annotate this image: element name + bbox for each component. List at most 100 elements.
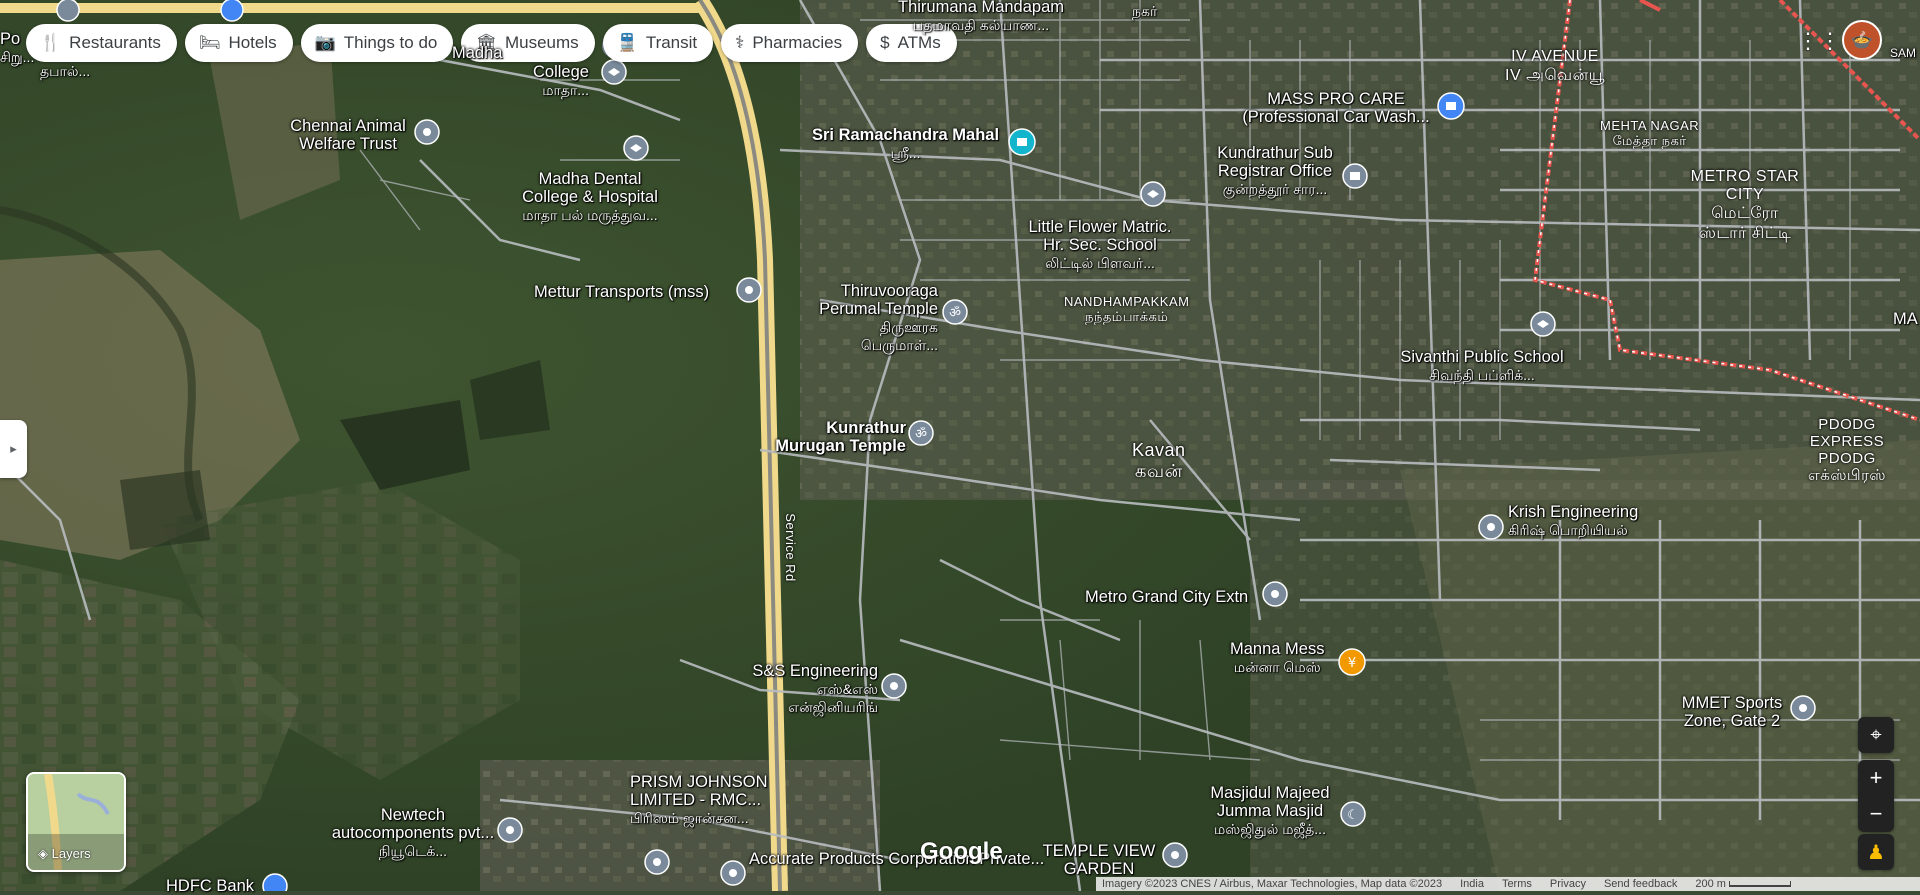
account-avatar[interactable]: 🍲 <box>1842 20 1882 60</box>
layers-stack-icon: ◈ <box>38 846 52 861</box>
zoom-controls: + − <box>1858 760 1894 832</box>
place-prism-johnson[interactable]: PRISM JOHNSON LIMITED - RMC... பிரிஸம் ஜா… <box>630 773 770 827</box>
pin-sri-ramachandra-mahal[interactable] <box>1008 128 1036 156</box>
svg-text:ॐ: ॐ <box>949 306 961 321</box>
place-thiruvooraga-temple[interactable]: Thiruvooraga Perumal Temple திருஊரக பெரும… <box>808 282 938 354</box>
map-footer: Imagery ©2023 CNES / Airbus, Maxar Techn… <box>1096 877 1920 891</box>
svg-text:☾: ☾ <box>1347 808 1359 823</box>
area-metro-star-city: METRO STAR CITY மெட்ரோ ஸ்டார் சிட்டி <box>1690 168 1800 242</box>
layers-label: ◈ Layers <box>38 846 91 861</box>
chip-label: Museums <box>504 33 579 52</box>
chip-label: Hotels <box>228 33 277 52</box>
partial-label-nagar: நகர் <box>1132 3 1158 19</box>
pin-top-left-2[interactable] <box>220 0 244 22</box>
bed-icon: 🛏 <box>198 33 221 52</box>
pin-sivanthi-school[interactable] <box>1530 311 1556 337</box>
avatar-image: 🍲 <box>1850 29 1874 50</box>
pin-prism-johnson[interactable] <box>644 849 670 875</box>
road-label-service-rd: Service Rd <box>782 513 798 582</box>
place-ss-engineering[interactable]: S&S Engineering எஸ்&எஸ் என்ஜினியரிங் <box>746 662 878 716</box>
place-masjidul-majeed[interactable]: Masjidul Majeed Jumma Masjid மஸ்ஜிதுல் மஜ… <box>1200 784 1340 838</box>
chip-label: Things to do <box>343 33 438 52</box>
pin-accurate-products[interactable] <box>720 860 746 886</box>
street-view-pegman[interactable]: ♟ <box>1858 834 1894 870</box>
place-mass-pro-care[interactable]: MASS PRO CARE (Professional Car Wash... <box>1236 90 1436 126</box>
pharmacy-icon: ⚕ <box>735 33 745 52</box>
place-sivanthi-school[interactable]: Sivanthi Public School சிவந்தி பப்ளிக்... <box>1392 348 1572 384</box>
place-college[interactable]: College மாதா... <box>533 63 589 99</box>
chip-restaurants[interactable]: 🍴 Restaurants <box>26 24 177 62</box>
place-krish-engineering[interactable]: Krish Engineering கிரிஷ் பொறியியல் <box>1508 503 1638 539</box>
place-kunrathur-murugan[interactable]: Kunrathur Murugan Temple <box>764 419 906 455</box>
scale-bar[interactable]: 200 m <box>1695 878 1791 890</box>
area-iv-avenue: IV AVENUE IV அவென்யூ <box>1505 48 1605 84</box>
country-link[interactable]: India <box>1460 878 1484 890</box>
chip-things-to-do[interactable]: 📷 Things to do <box>300 24 454 62</box>
zoom-out-button[interactable]: − <box>1858 796 1894 832</box>
pin-temple-view-garden[interactable] <box>1162 842 1188 868</box>
place-hdfc-bank[interactable]: HDFC Bank <box>166 877 254 895</box>
place-temple-view-garden[interactable]: TEMPLE VIEW GARDEN <box>1040 842 1158 878</box>
pin-metro-grand-city[interactable] <box>1262 581 1288 607</box>
chip-hotels[interactable]: 🛏 Hotels <box>184 24 293 62</box>
place-chennai-animal-welfare[interactable]: Chennai Animal Welfare Trust <box>283 117 413 153</box>
layers-button[interactable]: ◈ Layers <box>26 772 126 872</box>
target-icon: ⌖ <box>1870 723 1882 746</box>
pin-masjidul-majeed[interactable]: ☾ <box>1340 801 1366 827</box>
pin-mettur-transports[interactable] <box>736 277 762 303</box>
pin-manna-mess[interactable]: ¥ <box>1338 648 1366 676</box>
pin-hdfc-bank[interactable] <box>262 873 288 891</box>
privacy-link[interactable]: Privacy <box>1550 878 1586 890</box>
zoom-in-button[interactable]: + <box>1858 760 1894 796</box>
pin-top-left-1[interactable] <box>56 0 80 22</box>
chip-label: ATMs <box>897 33 941 52</box>
place-kundrathur-registrar[interactable]: Kundrathur Sub Registrar Office குன்றத்தூ… <box>1210 144 1340 198</box>
side-panel-toggle[interactable]: ▸ <box>0 420 27 478</box>
my-location-button[interactable]: ⌖ <box>1858 717 1894 753</box>
pin-newtech[interactable] <box>497 817 523 843</box>
partial-label-left[interactable]: Po சிறு... <box>0 30 34 66</box>
partial-label-far-right: MA <box>1893 310 1918 328</box>
place-mmet-sports[interactable]: MMET Sports Zone, Gate 2 <box>1672 694 1792 730</box>
atm-icon: $ <box>880 33 890 52</box>
partial-label-college[interactable]: Madha <box>452 44 502 62</box>
place-little-flower-school[interactable]: Little Flower Matric. Hr. Sec. School லிட… <box>1020 218 1180 272</box>
fork-knife-icon: 🍴 <box>40 33 62 52</box>
train-icon: 🚆 <box>616 33 638 52</box>
svg-text:¥: ¥ <box>1348 656 1356 671</box>
chevron-right-icon: ▸ <box>10 441 17 456</box>
terms-link[interactable]: Terms <box>1502 878 1532 890</box>
place-metro-grand-city[interactable]: Metro Grand City Extn <box>1085 588 1248 606</box>
place-sri-ramachandra-mahal[interactable]: Sri Ramachandra Mahal ஸ்ரீ... <box>812 126 999 162</box>
area-mehta-nagar: MEHTA NAGAR மேத்தா நகர் <box>1600 118 1700 148</box>
pin-little-flower-school[interactable] <box>1140 181 1166 207</box>
chip-label: Pharmacies <box>752 33 843 52</box>
pin-madha-dental[interactable] <box>623 135 649 161</box>
pin-mmet-sports[interactable] <box>1790 695 1816 721</box>
place-newtech[interactable]: Newtech autocomponents pvt... நியூடெக்... <box>328 806 498 860</box>
imagery-attribution: Imagery ©2023 CNES / Airbus, Maxar Techn… <box>1102 878 1443 890</box>
chip-label: Transit <box>645 33 698 52</box>
svg-text:ॐ: ॐ <box>915 427 927 442</box>
area-nandhampakkam: NANDHAMPAKKAM நந்தம்பாக்கம் <box>1064 294 1190 324</box>
chip-pharmacies[interactable]: ⚕ Pharmacies <box>721 24 859 62</box>
camera-icon: 📷 <box>314 33 336 52</box>
area-kavan: Kavan கவன் <box>1132 440 1186 481</box>
pin-ss-engineering[interactable] <box>881 673 907 699</box>
pin-chennai-animal-welfare[interactable] <box>414 119 440 145</box>
pin-kundrathur-registrar[interactable] <box>1342 163 1368 189</box>
pegman-icon: ♟ <box>1867 841 1885 864</box>
place-madha-dental[interactable]: Madha Dental College & Hospital மாதா பல் … <box>515 170 665 224</box>
send-feedback-link[interactable]: Send feedback <box>1604 878 1677 890</box>
pin-kunrathur-murugan-temple[interactable]: ॐ <box>908 420 934 446</box>
place-mettur-transports[interactable]: Mettur Transports (mss) <box>534 283 709 301</box>
partial-label-sam: SAM <box>1890 46 1917 60</box>
chip-transit[interactable]: 🚆 Transit <box>602 24 714 62</box>
pin-krish-engineering[interactable] <box>1478 514 1504 540</box>
pin-mass-pro-care[interactable] <box>1437 92 1465 120</box>
google-logo: Google <box>920 838 1003 865</box>
place-manna-mess[interactable]: Manna Mess மன்னா மெஸ் <box>1230 640 1324 676</box>
pin-thiruvooraga-temple[interactable]: ॐ <box>942 299 968 325</box>
place-thirumana-mandapam[interactable]: Thirumana Mandapam பதமாவதி கல்யாண... <box>898 0 1064 34</box>
partial-label-native[interactable]: தபால்... <box>40 62 90 80</box>
